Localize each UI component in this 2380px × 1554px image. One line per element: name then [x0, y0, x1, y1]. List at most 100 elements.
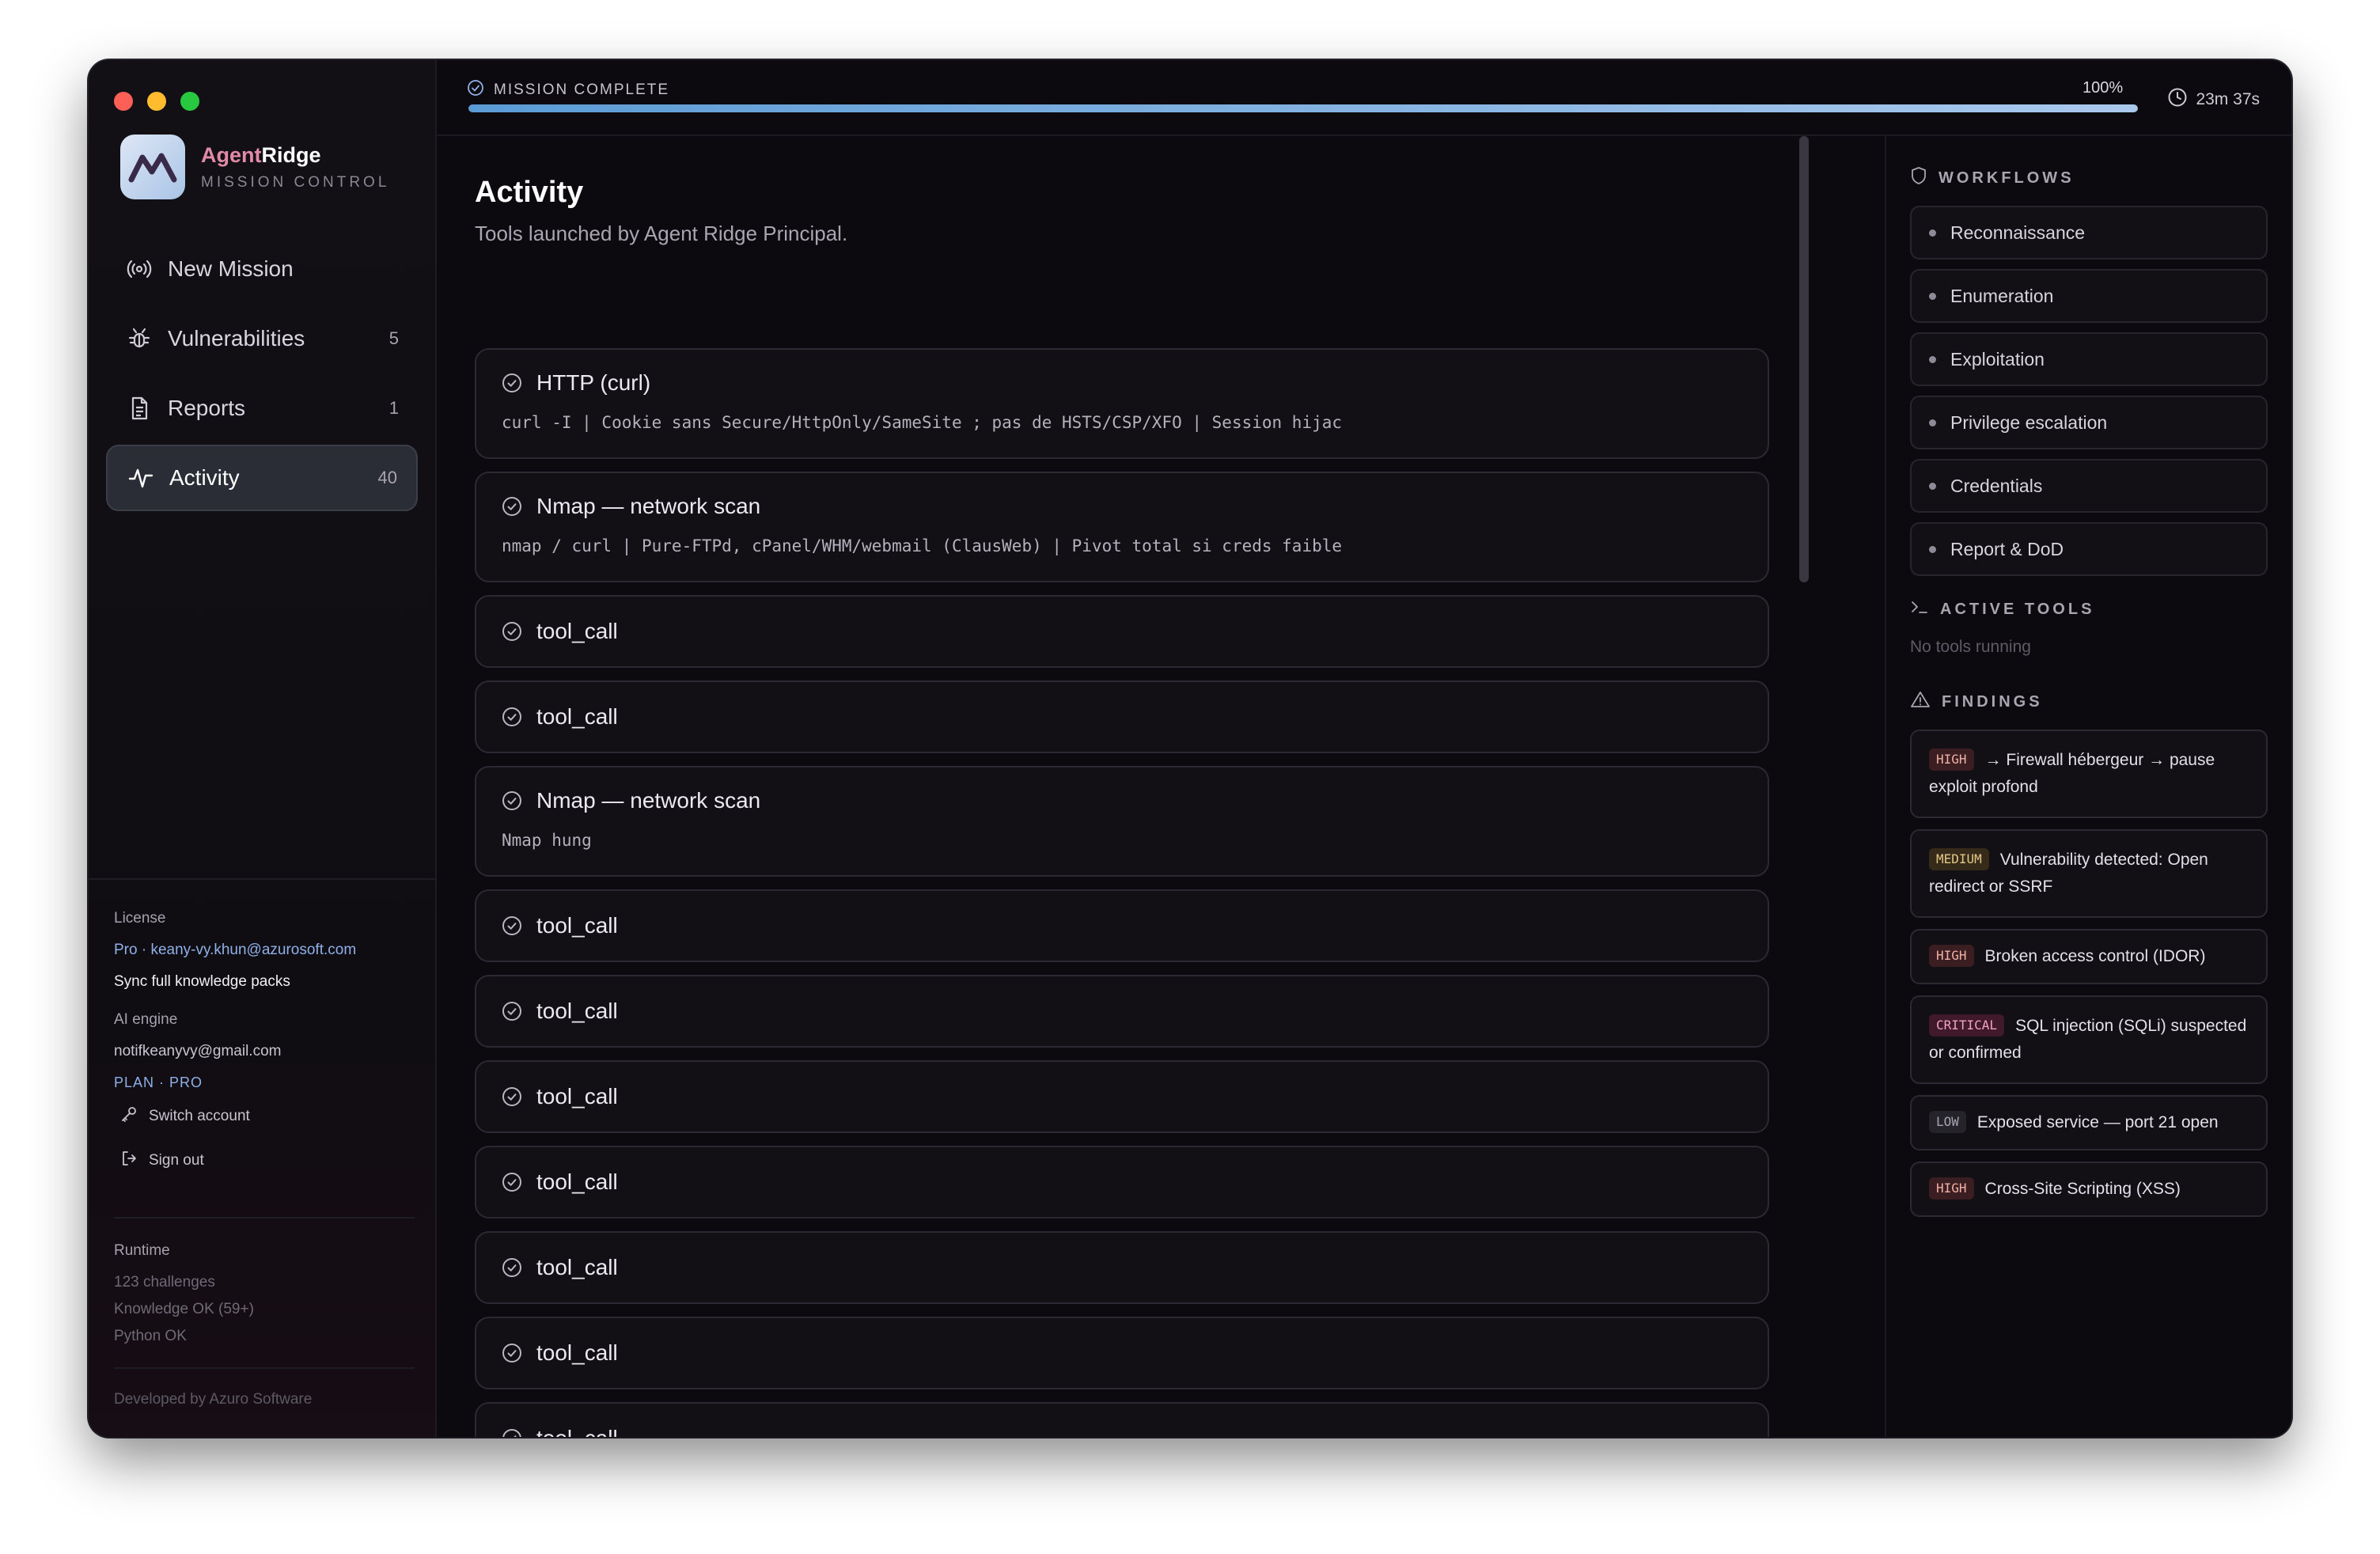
activity-card[interactable]: tool_call — [475, 1317, 1769, 1389]
mission-progress-bar — [468, 104, 2138, 112]
activity-card-header: tool_call — [502, 1255, 618, 1280]
workflow-item[interactable]: Report & DoD — [1910, 522, 2268, 576]
activity-card-body: HTTP (curl) curl -I | Cookie sans Secure/… — [502, 370, 1742, 432]
brand: AgentRidge MISSION CONTROL — [120, 135, 389, 199]
activity-card-body: Nmap — network scan nmap / curl | Pure-FT… — [502, 494, 1742, 555]
activity-card-header: tool_call — [502, 913, 618, 938]
activity-card-body: tool_call — [502, 913, 618, 938]
activity-title: tool_call — [536, 704, 618, 729]
activity-title: Nmap — network scan — [536, 788, 761, 813]
check-circle-icon — [502, 707, 522, 727]
active-tools-title-label: ACTIVE TOOLS — [1940, 600, 2095, 618]
activity-card-body: tool_call — [502, 704, 618, 730]
sidebar-item-label: Reports — [168, 396, 246, 420]
severity-badge: LOW — [1929, 1111, 1966, 1133]
check-circle-icon — [502, 1086, 522, 1107]
sidebar-item-activity[interactable]: Activity 40 — [106, 445, 418, 511]
window-controls — [114, 92, 199, 111]
activity-detail: curl -I | Cookie sans Secure/HttpOnly/Sa… — [502, 413, 1343, 432]
activity-card-header: HTTP (curl) — [502, 370, 1742, 396]
activity-list: HTTP (curl) curl -I | Cookie sans Secure/… — [475, 348, 1769, 1437]
check-circle-icon — [502, 1172, 522, 1192]
sidebar-item-vulnerabilities[interactable]: Vulnerabilities 5 — [106, 305, 418, 372]
activity-card[interactable]: tool_call — [475, 889, 1769, 962]
finding-text: Broken access control (IDOR) — [1984, 947, 2206, 965]
workflow-item[interactable]: Exploitation — [1910, 332, 2268, 386]
runtime-line: 123 challenges — [114, 1274, 215, 1291]
check-circle-icon — [502, 496, 522, 517]
activity-card[interactable]: tool_call — [475, 1402, 1769, 1437]
activity-card[interactable]: HTTP (curl) curl -I | Cookie sans Secure/… — [475, 348, 1769, 459]
bug-icon — [125, 324, 153, 353]
workflows-title: WORKFLOWS — [1910, 166, 2268, 190]
page-subtitle: Tools launched by Agent Ridge Principal. — [475, 222, 848, 245]
status-dot-icon — [1929, 292, 1936, 300]
workflow-label: Privilege escalation — [1950, 411, 2108, 433]
findings-list: HIGH → Firewall hébergeur → pause exploit… — [1910, 730, 2268, 1217]
status-dot-icon — [1929, 419, 1936, 426]
activity-card-body: tool_call — [502, 999, 618, 1024]
finding-card[interactable]: HIGH Cross-Site Scripting (XSS) — [1910, 1162, 2268, 1217]
workflow-item[interactable]: Credentials — [1910, 459, 2268, 513]
sidebar-item-new-mission[interactable]: New Mission — [106, 236, 418, 302]
activity-card-body: tool_call — [502, 1169, 618, 1195]
sign-out-button[interactable]: Sign out — [120, 1150, 415, 1172]
check-circle-icon — [502, 915, 522, 936]
activity-card[interactable]: tool_call — [475, 1231, 1769, 1304]
right-panel: WORKFLOWS Reconnaissance Enumeration Explo… — [1885, 136, 2291, 1437]
workflow-item[interactable]: Reconnaissance — [1910, 206, 2268, 260]
activity-card[interactable]: tool_call — [475, 595, 1769, 668]
workflow-label: Reconnaissance — [1950, 222, 2086, 243]
switch-account-label: Switch account — [149, 1108, 250, 1124]
activity-title: tool_call — [536, 999, 618, 1023]
workflow-label: Enumeration — [1950, 285, 2054, 306]
severity-badge: MEDIUM — [1929, 848, 1989, 870]
sync-knowledge-link[interactable]: Sync full knowledge packs — [114, 973, 415, 991]
findings-title: FINDINGS — [1910, 690, 2268, 714]
workflow-list: Reconnaissance Enumeration Exploitation Pri… — [1910, 206, 2268, 576]
workflow-item[interactable]: Enumeration — [1910, 269, 2268, 323]
sidebar-item-reports[interactable]: Reports 1 — [106, 375, 418, 442]
finding-card[interactable]: CRITICAL SQL injection (SQLi) suspected o… — [1910, 995, 2268, 1084]
page-title: Activity — [475, 176, 584, 209]
sign-out-icon — [120, 1150, 138, 1172]
progress-percent: 100% — [2082, 79, 2124, 97]
sidebar-item-count: 40 — [377, 468, 397, 487]
activity-card[interactable]: Nmap — network scan Nmap hung — [475, 766, 1769, 877]
activity-card-body: tool_call — [502, 1426, 618, 1437]
workflow-label: Exploitation — [1950, 348, 2045, 370]
activity-card-header: tool_call — [502, 1426, 618, 1437]
ai-engine-email: notifkeanyvy@gmail.com — [114, 1043, 282, 1059]
activity-card[interactable]: Nmap — network scan nmap / curl | Pure-FT… — [475, 472, 1769, 582]
finding-card[interactable]: HIGH Broken access control (IDOR) — [1910, 929, 2268, 984]
workflow-label: Report & DoD — [1950, 538, 2064, 559]
activity-card[interactable]: tool_call — [475, 680, 1769, 753]
activity-card-body: tool_call — [502, 1255, 618, 1280]
activity-title: tool_call — [536, 1340, 618, 1365]
finding-card[interactable]: LOW Exposed service — port 21 open — [1910, 1095, 2268, 1150]
activity-scrollbar[interactable] — [1799, 136, 1809, 582]
developer-credit: Developed by Azuro Software — [114, 1391, 313, 1408]
minimize-window-button[interactable] — [147, 92, 166, 111]
sidebar-item-label: Activity — [169, 465, 240, 490]
activity-card[interactable]: tool_call — [475, 1146, 1769, 1219]
status-dot-icon — [1929, 545, 1936, 553]
finding-card[interactable]: MEDIUM Vulnerability detected: Open redir… — [1910, 829, 2268, 918]
check-circle-icon — [467, 79, 484, 101]
check-circle-icon — [502, 790, 522, 811]
maximize-window-button[interactable] — [180, 92, 199, 111]
close-window-button[interactable] — [114, 92, 133, 111]
activity-card[interactable]: tool_call — [475, 975, 1769, 1048]
finding-card[interactable]: HIGH → Firewall hébergeur → pause exploit… — [1910, 730, 2268, 818]
activity-card-header: tool_call — [502, 619, 618, 644]
license-plan-email: Pro · keany-vy.khun@azurosoft.com — [114, 942, 357, 958]
switch-account-button[interactable]: Switch account — [120, 1105, 415, 1128]
activity-card-header: tool_call — [502, 1084, 618, 1109]
sign-out-label: Sign out — [149, 1152, 204, 1169]
activity-card-header: Nmap — network scan — [502, 494, 1742, 519]
activity-card[interactable]: tool_call — [475, 1060, 1769, 1133]
status-dot-icon — [1929, 482, 1936, 490]
activity-title: HTTP (curl) — [536, 370, 651, 395]
workflow-item[interactable]: Privilege escalation — [1910, 396, 2268, 449]
brand-subtitle: MISSION CONTROL — [201, 173, 390, 191]
